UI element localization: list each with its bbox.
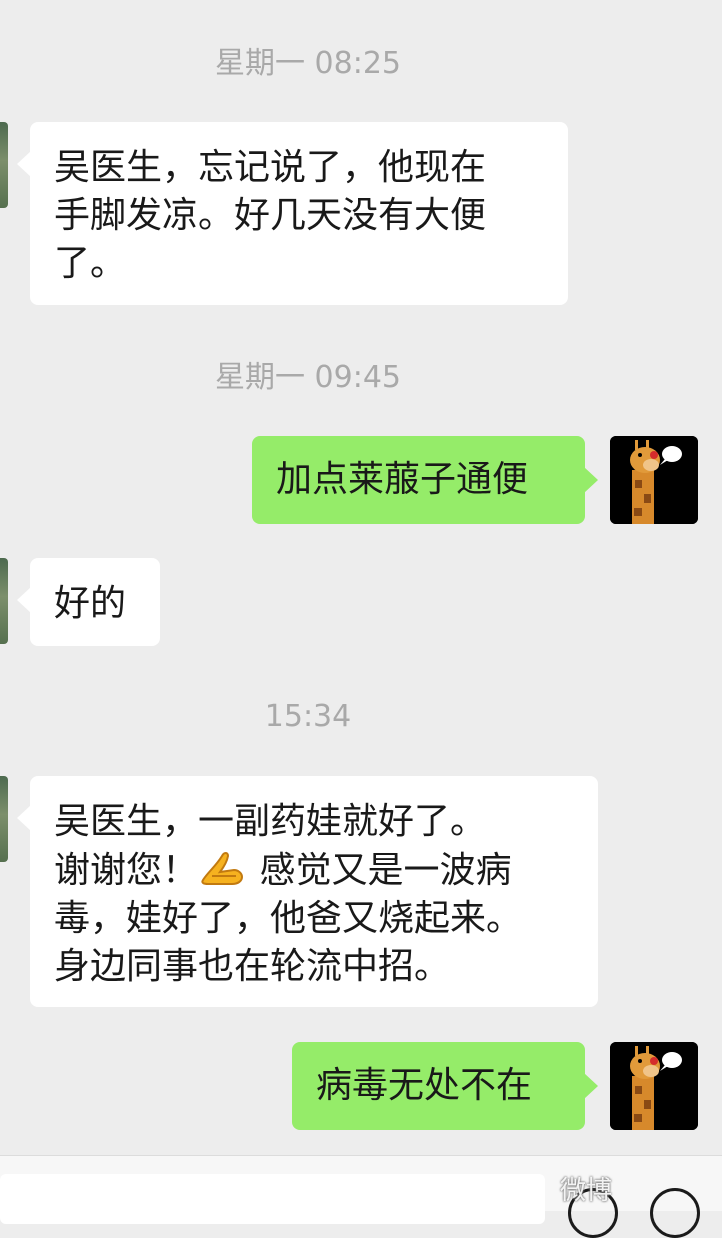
user-avatar[interactable] xyxy=(610,1042,698,1130)
add-button-icon[interactable] xyxy=(650,1188,700,1238)
timestamp: 星期一 08:25 xyxy=(215,46,401,81)
outgoing-message-bubble[interactable]: 加点莱菔子通便 xyxy=(252,436,598,524)
message-text: 谢谢您！ xyxy=(54,850,199,891)
message-line: 吴医生，一副药娃就好了。 xyxy=(54,801,487,842)
message-line: 身边同事也在轮流中招。 xyxy=(54,946,451,987)
contact-avatar[interactable] xyxy=(0,558,8,644)
folded-hands-emoji-icon xyxy=(201,852,244,885)
user-avatar[interactable] xyxy=(610,436,698,524)
incoming-message-bubble[interactable]: 好的 xyxy=(17,558,160,646)
message-line: 谢谢您！ 感觉又是一波病 xyxy=(54,846,574,895)
contact-avatar[interactable] xyxy=(0,776,8,862)
message-text: 病毒无处不在 xyxy=(316,1065,533,1106)
incoming-message-bubble[interactable]: 吴医生，忘记说了，他现在 手脚发凉。好几天没有大便 了。 xyxy=(17,122,568,305)
chat-input-bar xyxy=(0,1155,722,1238)
message-input[interactable] xyxy=(0,1174,545,1224)
message-text: 好的 xyxy=(54,583,127,624)
giraffe-avatar-icon xyxy=(610,1042,698,1130)
message-line: 吴医生，忘记说了，他现在 xyxy=(54,147,487,188)
timestamp: 星期一 09:45 xyxy=(215,360,401,395)
message-line: 了。 xyxy=(54,243,127,284)
contact-avatar[interactable] xyxy=(0,122,8,208)
message-text: 感觉又是一波病 xyxy=(259,850,512,891)
timestamp: 15:34 xyxy=(264,699,352,734)
incoming-message-bubble[interactable]: 吴医生，一副药娃就好了。 谢谢您！ 感觉又是一波病 毒，娃好了，他爸又烧起来。 … xyxy=(17,776,598,1007)
message-line: 毒，娃好了，他爸又烧起来。 xyxy=(54,898,523,939)
message-line: 手脚发凉。好几天没有大便 xyxy=(54,195,487,236)
message-text: 加点莱菔子通便 xyxy=(276,459,529,500)
giraffe-avatar-icon xyxy=(610,436,698,524)
outgoing-message-bubble[interactable]: 病毒无处不在 xyxy=(292,1042,598,1130)
watermark: 微博 xyxy=(560,1176,613,1206)
